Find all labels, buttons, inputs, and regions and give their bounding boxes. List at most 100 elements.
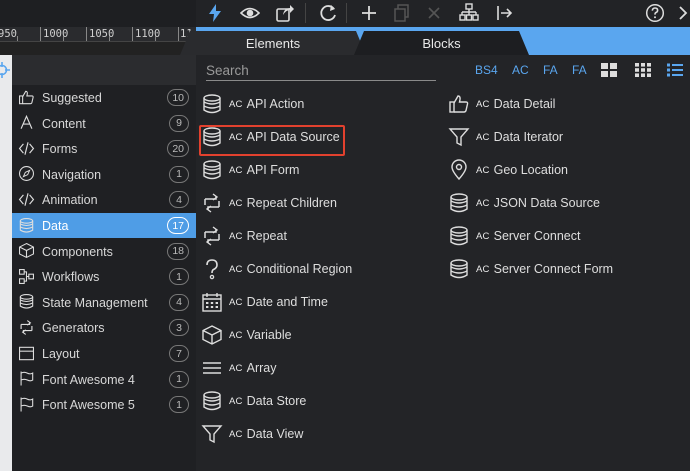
duplicate-icon[interactable] [390, 2, 414, 24]
element-item-repeat-children[interactable]: AC Repeat Children [201, 189, 337, 217]
tab-elements[interactable]: Elements [180, 31, 366, 55]
element-prefix: AC [229, 362, 243, 374]
element-label: Data View [246, 427, 304, 441]
category-count-badge: 18 [167, 242, 189, 260]
map-pin-icon [448, 158, 470, 182]
refresh-icon[interactable] [316, 2, 340, 24]
calendar-icon [201, 290, 223, 314]
element-item-server-connect[interactable]: AC Server Connect [448, 222, 580, 250]
database-icon [448, 191, 470, 215]
category-item-workflows[interactable]: Workflows 1 [12, 264, 196, 289]
element-item-data-store[interactable]: AC Data Store [201, 387, 306, 415]
help-icon[interactable] [643, 2, 667, 24]
chevron-right-icon[interactable] [670, 2, 690, 24]
filter-fa[interactable]: FA [572, 63, 587, 77]
hierarchy-icon[interactable] [457, 2, 481, 24]
category-item-font-awesome-4[interactable]: Font Awesome 4 1 [12, 367, 196, 392]
category-list: Suggested 10 Content 9 Forms 20 Navigation 1 Ani… [12, 85, 196, 471]
element-prefix: AC [229, 263, 243, 275]
element-item-data-detail[interactable]: AC Data Detail [448, 90, 555, 118]
element-item-array[interactable]: AC Array [201, 354, 276, 382]
element-prefix: AC [229, 164, 243, 176]
element-label: Repeat Children [246, 196, 337, 210]
category-item-generators[interactable]: Generators 3 [12, 315, 196, 340]
add-icon[interactable] [357, 2, 381, 24]
element-item-data-iterator[interactable]: AC Data Iterator [448, 123, 563, 151]
search-field[interactable] [206, 61, 436, 81]
search-input[interactable] [206, 61, 436, 80]
element-item-api-data-source[interactable]: AC API Data Source [201, 123, 340, 151]
element-item-geo-location[interactable]: AC Geo Location [448, 156, 568, 184]
top-toolbar [0, 0, 690, 27]
filter-bs4[interactable]: BS4 [475, 63, 498, 77]
filter-fa[interactable]: FA [543, 63, 558, 77]
element-item-api-form[interactable]: AC API Form [201, 156, 299, 184]
category-item-components[interactable]: Components 18 [12, 239, 196, 264]
crosshair-icon[interactable] [0, 62, 10, 78]
eye-icon[interactable] [238, 2, 262, 24]
element-item-variable[interactable]: AC Variable [201, 321, 292, 349]
lightning-icon[interactable] [203, 2, 227, 24]
category-label: Generators [42, 321, 105, 336]
category-item-data[interactable]: Data 17 [12, 213, 196, 238]
category-item-forms[interactable]: Forms 20 [12, 136, 196, 161]
flag-icon [17, 395, 35, 413]
element-label: JSON Data Source [493, 196, 600, 210]
flag-icon [17, 370, 35, 388]
element-prefix: AC [229, 98, 243, 110]
category-item-suggested[interactable]: Suggested 10 [12, 85, 196, 110]
grid-small-icon[interactable] [634, 61, 652, 79]
code-icon [17, 139, 35, 157]
category-item-state-management[interactable]: State Management 4 [12, 290, 196, 315]
delete-icon[interactable] [422, 2, 446, 24]
category-count-badge: 4 [169, 191, 189, 209]
repeat-icon [201, 224, 223, 248]
layout-icon [17, 344, 35, 362]
elements-panel: BS4 AC FA FA ACAPI Action ACAPI Data Sour… [196, 55, 690, 471]
element-label: Array [246, 361, 277, 375]
element-item-json-data-source[interactable]: AC JSON Data Source [448, 189, 600, 217]
grid-large-icon[interactable] [600, 61, 618, 79]
filter-ac[interactable]: AC [512, 63, 529, 77]
ruler-tick [178, 27, 179, 41]
category-count-badge: 17 [167, 217, 189, 234]
category-item-font-awesome-5[interactable]: Font Awesome 5 1 [12, 392, 196, 417]
element-item-data-view[interactable]: AC Data View [201, 420, 303, 448]
category-item-content[interactable]: Content 9 [12, 111, 196, 136]
element-item-api-action[interactable]: AC API Action [201, 90, 304, 118]
ruler-tick [86, 27, 87, 41]
toolbar-left-area [0, 0, 196, 27]
question-icon [201, 257, 223, 281]
category-count-badge: 1 [169, 165, 189, 183]
arrow-right-bar-icon[interactable] [492, 2, 516, 24]
workflow-icon [17, 267, 35, 285]
category-count-badge: 1 [169, 268, 189, 286]
list-view-icon[interactable] [666, 61, 684, 79]
element-item-server-connect-form[interactable]: AC Server Connect Form [448, 255, 613, 283]
ruler-tick [132, 27, 133, 41]
element-prefix: AC [476, 164, 490, 176]
database-icon [448, 224, 470, 248]
share-icon[interactable] [273, 2, 297, 24]
ruler-tick [109, 36, 110, 41]
element-item-repeat[interactable]: AC Repeat [201, 222, 287, 250]
category-item-layout[interactable]: Layout 7 [12, 341, 196, 366]
database-icon [448, 257, 470, 281]
tab-blocks[interactable]: Blocks [354, 31, 529, 55]
filter-icon [448, 125, 470, 149]
element-label: Data Detail [493, 97, 556, 111]
thumbs-up-icon [17, 88, 35, 106]
compass-icon [17, 165, 35, 183]
element-item-conditional-region[interactable]: AC Conditional Region [201, 255, 352, 283]
element-prefix: AC [229, 395, 243, 407]
element-item-date-and-time[interactable]: AC Date and Time [201, 288, 328, 316]
panel-tabs-bar: Elements Blocks [0, 27, 690, 82]
category-item-navigation[interactable]: Navigation 1 [12, 162, 196, 187]
category-label: State Management [42, 295, 148, 310]
category-count-badge: 9 [169, 114, 189, 132]
element-prefix: AC [229, 131, 243, 143]
ruler-tick [40, 27, 41, 41]
category-item-animation[interactable]: Animation 4 [12, 187, 196, 212]
category-label: Data [42, 219, 69, 233]
text-icon [17, 114, 35, 132]
